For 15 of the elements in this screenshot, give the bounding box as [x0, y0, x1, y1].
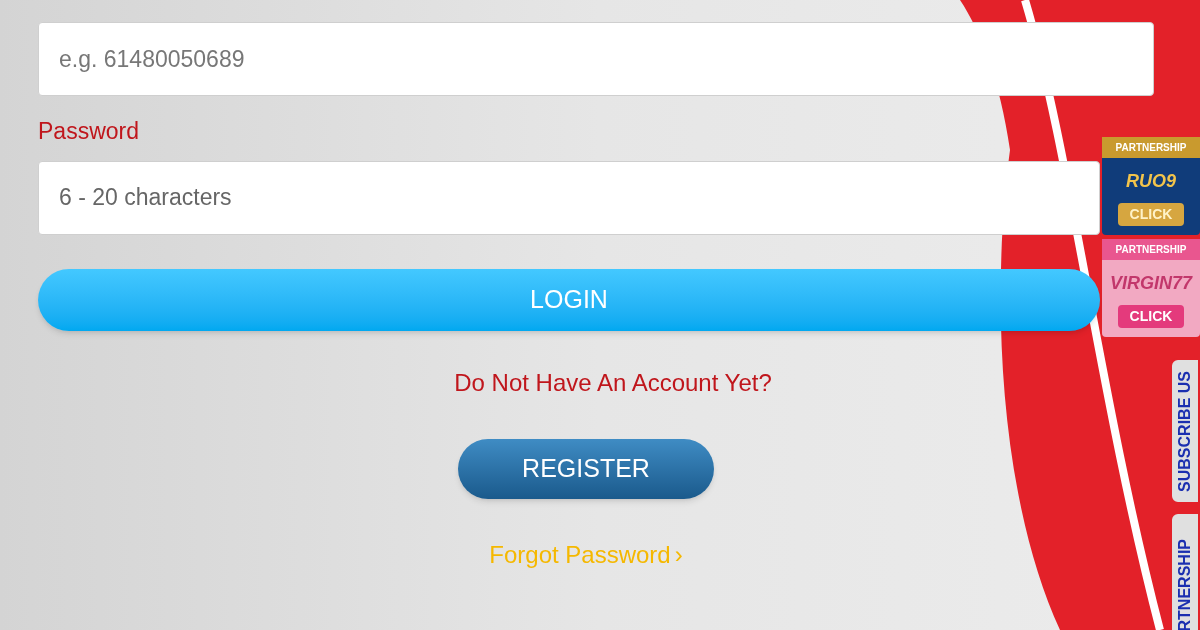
- chevron-icon: ›: [674, 536, 683, 573]
- login-button[interactable]: LOGIN: [38, 268, 1100, 331]
- brand-logo-text: VIRGIN77: [1110, 272, 1192, 295]
- partnership-banner[interactable]: PARTNERSHIP VIRGIN77 CLICK: [1102, 239, 1200, 337]
- partnership-banner[interactable]: PARTNERSHIP RUO9 CLICK: [1102, 137, 1200, 235]
- password-label: Password: [38, 117, 139, 146]
- click-button[interactable]: CLICK: [1117, 305, 1185, 328]
- side-tab[interactable]: SUBSCRIBE US: [1170, 358, 1200, 504]
- password-input-field[interactable]: 6 - 20 characters: [38, 160, 1100, 235]
- register-button[interactable]: REGISTER: [458, 438, 714, 499]
- brand-logo-text: RUO9: [1126, 170, 1176, 193]
- no-account-text: Do Not Have An Account Yet?: [454, 367, 772, 398]
- phone-input-field[interactable]: e.g. 61480050689: [38, 22, 1154, 96]
- banner-header: PARTNERSHIP: [1102, 239, 1200, 260]
- banner-header: PARTNERSHIP: [1102, 137, 1200, 158]
